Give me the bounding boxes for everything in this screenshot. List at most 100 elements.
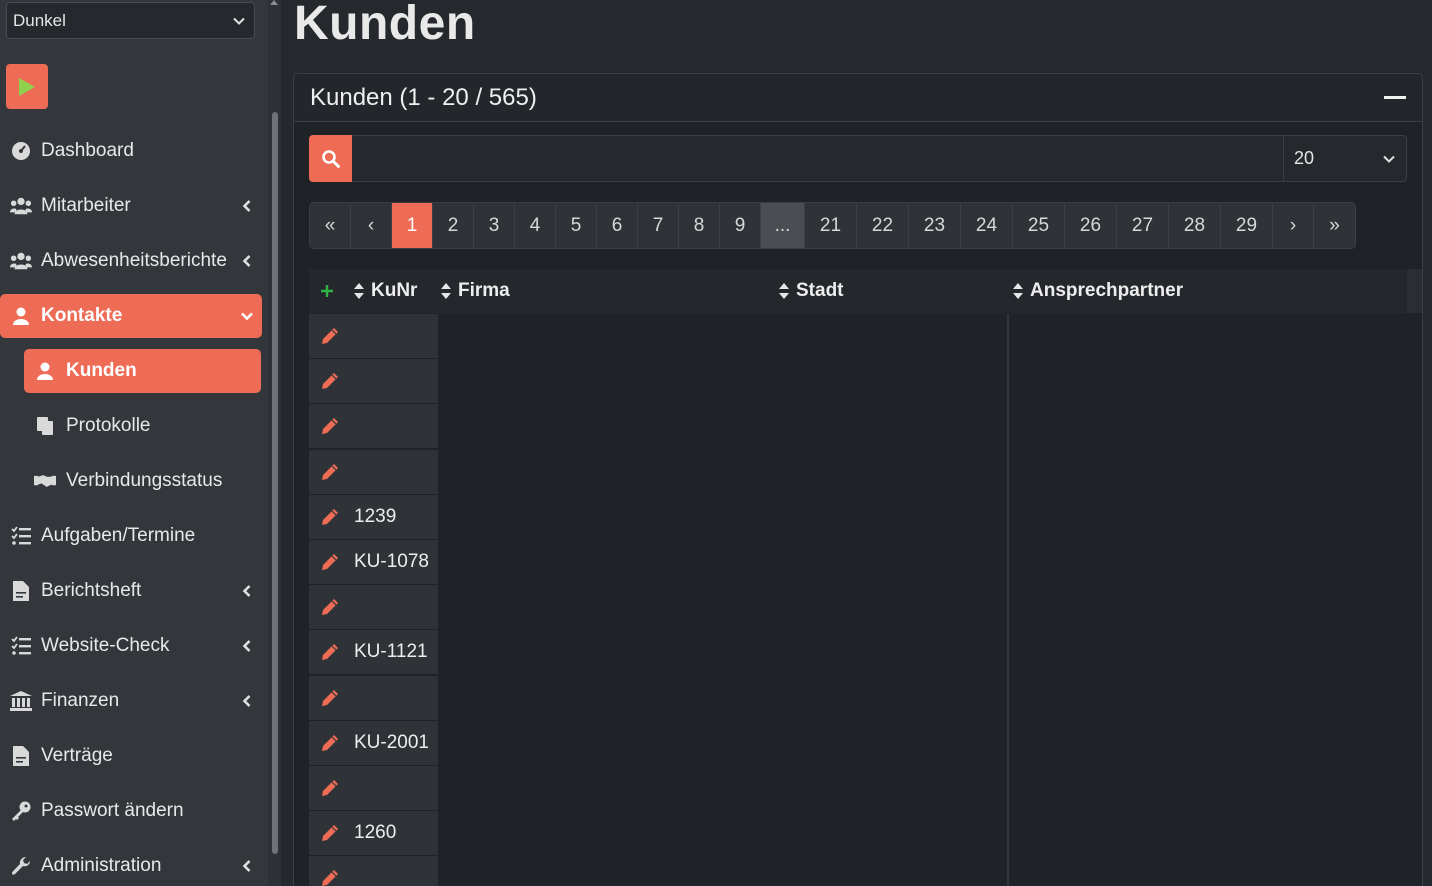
column-header-label: Stadt [796, 280, 844, 301]
sidebar-item-label: Verträge [41, 745, 113, 766]
pencil-icon[interactable] [309, 734, 351, 752]
sidebar-item-aufgaben-termine[interactable]: Aufgaben/Termine [0, 514, 262, 558]
sidebar-item-mitarbeiter[interactable]: Mitarbeiter [0, 184, 262, 228]
table-scroll-gutter [1407, 269, 1422, 313]
sidebar-item-administration[interactable]: Administration [0, 844, 262, 886]
page-size-select[interactable]: 20 [1283, 135, 1407, 182]
sidebar-item-label: Passwort ändern [41, 800, 184, 821]
users-icon [0, 251, 41, 271]
sidebar-item-dashboard[interactable]: Dashboard [0, 129, 262, 173]
page-button[interactable]: 24 [961, 203, 1013, 248]
users-icon [0, 196, 41, 216]
sidebar-item-label: Mitarbeiter [41, 195, 131, 216]
table-row: KU-1078 [309, 540, 438, 585]
page-button[interactable]: 7 [638, 203, 679, 248]
column-header-ansprechpartner[interactable]: Ansprechpartner [1012, 269, 1183, 313]
sidebar-scrollbar-thumb[interactable] [272, 112, 278, 854]
chevron-left-icon [232, 584, 262, 598]
cell-kunr: KU-1078 [354, 551, 429, 572]
page-button[interactable]: ... [761, 203, 805, 248]
column-header-kunr[interactable]: KuNr [353, 269, 417, 313]
sidebar-item-abwesenheitsberichte[interactable]: Abwesenheitsberichte [0, 239, 262, 283]
pencil-icon[interactable] [309, 508, 351, 526]
page-button[interactable]: 8 [679, 203, 720, 248]
page-size-value: 20 [1294, 148, 1315, 168]
handshake-icon [24, 471, 66, 491]
sidebar-item-berichtsheft[interactable]: Berichtsheft [0, 569, 262, 613]
page-button[interactable]: 29 [1221, 203, 1273, 248]
search-input[interactable] [352, 135, 1283, 182]
page-button[interactable]: » [1314, 203, 1355, 248]
tasks-icon [0, 636, 41, 656]
pencil-icon[interactable] [309, 553, 351, 571]
scroll-up-arrow[interactable] [270, 0, 278, 5]
contact-icon [0, 306, 41, 326]
chevron-left-icon [232, 859, 262, 873]
column-header-firma[interactable]: Firma [440, 269, 510, 313]
pencil-icon[interactable] [309, 869, 351, 886]
sort-icon [1012, 282, 1024, 300]
sidebar-item-protokolle[interactable]: Protokolle [24, 404, 261, 448]
pencil-icon[interactable] [309, 463, 351, 481]
page-button[interactable]: 9 [720, 203, 761, 248]
contact-icon [24, 361, 66, 381]
page-button[interactable]: 6 [597, 203, 638, 248]
page-button[interactable]: 25 [1013, 203, 1065, 248]
page-button[interactable]: 1 [392, 203, 433, 248]
search-button[interactable] [309, 135, 352, 182]
add-icon[interactable] [319, 283, 335, 299]
page-button[interactable]: ‹ [351, 203, 392, 248]
page-button[interactable]: 26 [1065, 203, 1117, 248]
page-button[interactable]: 28 [1169, 203, 1221, 248]
chevron-left-icon [232, 254, 262, 268]
page-button[interactable]: 2 [433, 203, 474, 248]
cell-kunr: KU-1121 [354, 641, 428, 663]
page-button[interactable]: 5 [556, 203, 597, 248]
sidebar-item-label: Protokolle [66, 415, 151, 436]
chevron-down-icon [232, 309, 262, 323]
theme-select-value: Dunkel [13, 10, 66, 30]
page-button[interactable]: 3 [474, 203, 515, 248]
pencil-icon[interactable] [309, 598, 351, 616]
sidebar-item-verbindungsstatus[interactable]: Verbindungsstatus [24, 459, 261, 503]
search-icon [321, 149, 340, 168]
page-button[interactable]: 4 [515, 203, 556, 248]
pencil-icon[interactable] [309, 689, 351, 707]
sidebar-item-kunden[interactable]: Kunden [24, 349, 261, 393]
sidebar-item-label: Website-Check [41, 635, 170, 656]
page-button[interactable]: › [1273, 203, 1314, 248]
pencil-icon[interactable] [309, 824, 351, 842]
pencil-icon[interactable] [309, 643, 351, 661]
wrench-icon [0, 856, 41, 876]
page-button[interactable]: 27 [1117, 203, 1169, 248]
cell-kunr: KU-2001 [354, 731, 429, 753]
app-logo[interactable] [6, 64, 48, 109]
sidebar: Dunkel Dashboard Mitarbeiter Abwesenheitsb… [0, 0, 281, 886]
pencil-icon[interactable] [309, 417, 351, 435]
pencil-icon[interactable] [309, 779, 351, 797]
tasks-icon [0, 526, 41, 546]
search-row: 20 [309, 135, 1407, 183]
sidebar-item-passwort-ändern[interactable]: Passwort ändern [0, 789, 262, 833]
pencil-icon[interactable] [309, 327, 351, 345]
key-icon [0, 801, 41, 821]
play-icon [19, 77, 35, 96]
page-button[interactable]: « [310, 203, 351, 248]
sidebar-item-website-check[interactable]: Website-Check [0, 624, 262, 668]
column-header-label: Ansprechpartner [1030, 280, 1184, 301]
chevron-left-icon [232, 694, 262, 708]
page-button[interactable]: 22 [857, 203, 909, 248]
sidebar-item-label: Kunden [66, 360, 137, 381]
table-row [309, 856, 438, 886]
table-row [309, 675, 438, 721]
page-button[interactable]: 21 [805, 203, 857, 248]
sidebar-item-verträge[interactable]: Verträge [0, 734, 262, 778]
collapse-button[interactable] [1384, 96, 1406, 99]
column-header-label: KuNr [371, 280, 418, 301]
sidebar-item-kontakte[interactable]: Kontakte [0, 294, 262, 338]
page-button[interactable]: 23 [909, 203, 961, 248]
theme-select[interactable]: Dunkel [6, 2, 255, 39]
sidebar-item-finanzen[interactable]: Finanzen [0, 679, 262, 723]
column-header-stadt[interactable]: Stadt [778, 269, 844, 313]
pencil-icon[interactable] [309, 372, 351, 390]
